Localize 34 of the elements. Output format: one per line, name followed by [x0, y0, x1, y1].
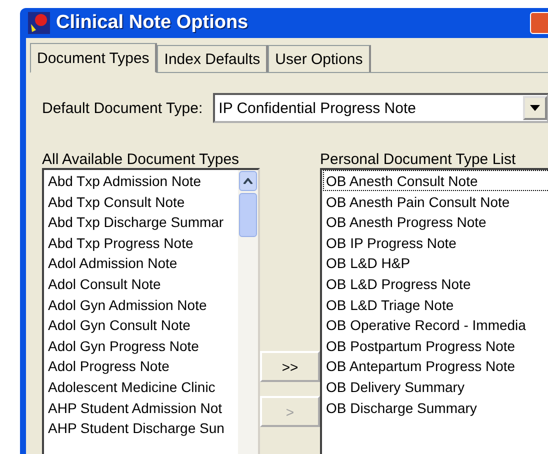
- list-item[interactable]: OB Discharge Summary: [323, 396, 548, 418]
- list-item[interactable]: OB Anesth Consult Note: [323, 170, 548, 191]
- tab[interactable]: Document Types: [30, 43, 158, 73]
- list-item[interactable]: OB L&D Progress Note: [323, 272, 548, 294]
- list-item[interactable]: OB Delivery Summary: [323, 376, 548, 397]
- list-item[interactable]: Adol Admission Note: [45, 252, 238, 273]
- list-item[interactable]: OB Anesth Progress Note: [323, 211, 548, 232]
- list-item[interactable]: Adol Progress Note: [45, 355, 238, 376]
- move-button[interactable]: >>: [260, 351, 320, 382]
- field-label: Default Document Type:: [42, 100, 203, 116]
- tab[interactable]: User Options: [268, 45, 371, 72]
- list-item[interactable]: OB L&D H&P: [323, 252, 548, 273]
- list-item[interactable]: Adol Consult Note: [45, 272, 238, 294]
- list-item[interactable]: Adol Gyn Admission Note: [45, 294, 238, 314]
- list-item[interactable]: Adol Gyn Consult Note: [45, 314, 238, 335]
- list-label: All Available Document Types: [42, 151, 240, 168]
- list-item[interactable]: OB Postpartum Progress Note: [323, 334, 548, 356]
- list-item[interactable]: Adol Gyn Progress Note: [45, 334, 238, 356]
- list-item[interactable]: Abd Txp Discharge Summar: [45, 211, 238, 232]
- list-item[interactable]: Abd Txp Admission Note: [45, 170, 238, 191]
- list-label: Personal Document Type List: [320, 151, 517, 168]
- document-type-dropdown[interactable]: IP Confidential Progress Note: [212, 93, 548, 123]
- list-item[interactable]: AHP Student Admission Not: [45, 396, 238, 418]
- tab[interactable]: Index Defaults: [157, 45, 268, 72]
- list-item[interactable]: OB Anesth Pain Consult Note: [323, 190, 548, 212]
- list-item[interactable]: Adolescent Medicine Clinic: [45, 376, 238, 397]
- list-item[interactable]: AHP Student Discharge Sun: [45, 417, 238, 438]
- window-title: Clinical Note Options: [56, 12, 248, 34]
- list-item[interactable]: Abd Txp Consult Note: [45, 190, 238, 212]
- list-item[interactable]: OB L&D Triage Note: [323, 294, 548, 314]
- list-item[interactable]: OB Operative Record - Immedia: [323, 314, 548, 335]
- list-item[interactable]: OB Antepartum Progress Note: [323, 355, 548, 376]
- list-item[interactable]: Abd Txp Progress Note: [45, 232, 238, 252]
- list-item[interactable]: OB IP Progress Note: [323, 232, 548, 252]
